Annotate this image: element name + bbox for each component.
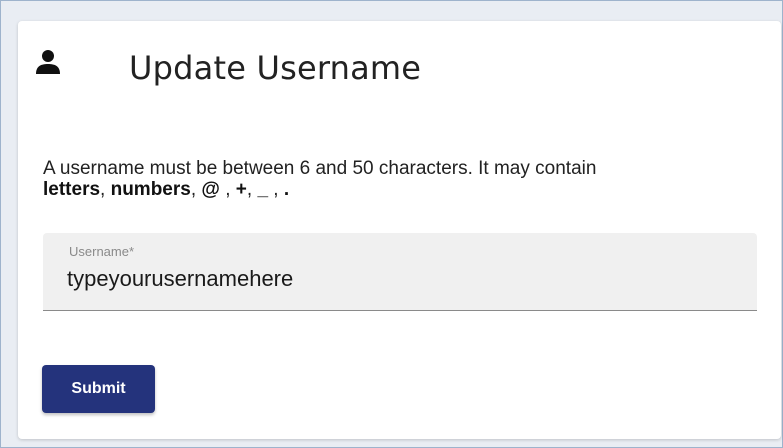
separator: , <box>219 179 236 200</box>
username-label: Username* <box>69 244 135 259</box>
username-field[interactable]: Username* <box>43 233 757 311</box>
username-rules-text: A username must be between 6 and 50 char… <box>43 158 768 200</box>
rule-numbers: numbers <box>110 179 191 200</box>
separator: , <box>190 179 202 200</box>
username-input[interactable] <box>67 266 727 292</box>
rule-letters: letters <box>43 179 101 200</box>
separator: , <box>246 179 258 200</box>
rules-sentence: A username must be between 6 and 50 char… <box>43 158 597 179</box>
person-icon <box>36 50 60 74</box>
separator: , <box>268 179 284 200</box>
page-title: Update Username <box>129 49 422 87</box>
separator: , <box>100 179 111 200</box>
submit-button[interactable]: Submit <box>42 365 155 413</box>
rule-plus: + <box>235 179 247 200</box>
rule-dot: . <box>283 179 290 200</box>
rule-underscore: _ <box>257 179 269 200</box>
rule-at: @ <box>201 179 220 200</box>
